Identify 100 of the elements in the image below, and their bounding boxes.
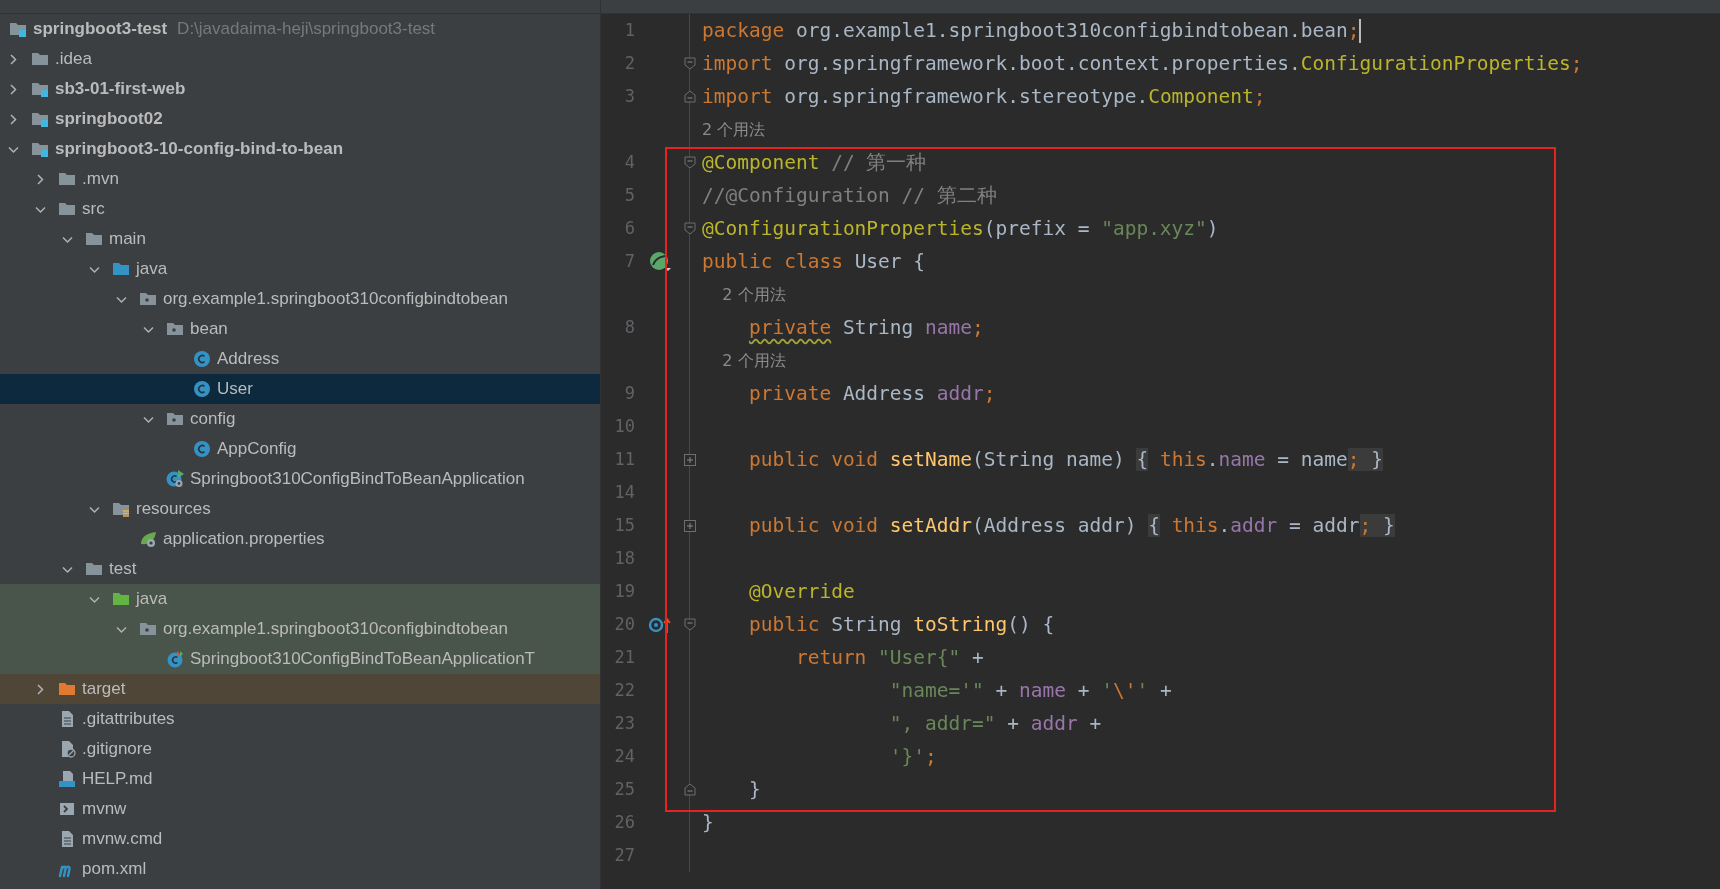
line-number: 2: [624, 51, 635, 75]
chevron-right-icon[interactable]: [34, 172, 47, 186]
line-number: 27: [614, 843, 635, 867]
code-line: public String toString() {: [747, 611, 1055, 638]
code-line: private String name;: [747, 314, 984, 341]
usage-hint[interactable]: 2 个用法: [702, 282, 786, 307]
tree-item[interactable]: springboot02: [0, 104, 600, 134]
package-icon: [166, 410, 184, 428]
line-number: 6: [624, 216, 635, 240]
tree-item[interactable]: bean: [0, 314, 600, 344]
tree-item[interactable]: springboot3-test D:\javadaima-heji\springboot3-test: [0, 14, 600, 44]
package-icon: [166, 320, 184, 338]
tree-item[interactable]: HELP.md: [0, 764, 600, 794]
tree-item[interactable]: org.example1.springboot310configbindtobean: [0, 284, 600, 314]
tree-item[interactable]: .mvn: [0, 164, 600, 194]
code-line: }: [702, 809, 714, 836]
tree-item[interactable]: resources: [0, 494, 600, 524]
class-icon: [193, 440, 211, 458]
expand-icon[interactable]: [684, 453, 696, 466]
folder-icon: [112, 260, 130, 278]
expand-icon[interactable]: [684, 519, 696, 532]
chevron-right-icon[interactable]: [7, 82, 20, 96]
line-number: 4: [624, 150, 635, 174]
fold-icon[interactable]: [684, 783, 696, 796]
tree-item[interactable]: test: [0, 554, 600, 584]
project-path: D:\javadaima-heji\springboot3-test: [177, 18, 436, 41]
code-line: public class User {: [702, 248, 926, 275]
tree-item[interactable]: sb3-01-first-web: [0, 74, 600, 104]
tree-item[interactable]: pom.xml: [0, 854, 600, 884]
line-number: 22: [614, 678, 635, 702]
module-folder-icon: [31, 80, 49, 98]
override-icon[interactable]: [648, 615, 672, 634]
line-number: 9: [624, 381, 635, 405]
package-icon: [139, 290, 157, 308]
test-class-icon: [166, 650, 184, 668]
code-line: "name='" + name + '\'' +: [888, 677, 1172, 704]
chevron-right-icon[interactable]: [7, 52, 20, 66]
tree-item[interactable]: .idea: [0, 44, 600, 74]
package-icon: [139, 620, 157, 638]
line-number: 23: [614, 711, 635, 735]
tree-item[interactable]: mvnw: [0, 794, 600, 824]
tree-item[interactable]: config: [0, 404, 600, 434]
tree-item[interactable]: org.example1.springboot310configbindtobean: [0, 614, 600, 644]
code-line: @Override: [747, 578, 855, 605]
line-number: 15: [614, 513, 635, 537]
tree-item[interactable]: Address: [0, 344, 600, 374]
tree-item[interactable]: main: [0, 224, 600, 254]
chevron-right-icon[interactable]: [7, 112, 20, 126]
fold-icon[interactable]: [684, 156, 696, 169]
code-line: '}';: [888, 743, 937, 770]
fold-icon[interactable]: [684, 57, 696, 70]
spring-class-icon: [166, 470, 184, 488]
chevron-right-icon[interactable]: [34, 682, 47, 696]
fold-icon[interactable]: [684, 222, 696, 235]
line-number: 26: [614, 810, 635, 834]
code-line: package org.example1.springboot310configbindtobean.bean;: [702, 17, 1360, 44]
terminal-icon: [58, 800, 76, 818]
folder-icon: [85, 230, 103, 248]
line-number: 24: [614, 744, 635, 768]
tree-item[interactable]: mvnw.cmd: [0, 824, 600, 854]
line-number: 3: [624, 84, 635, 108]
usage-hint[interactable]: 2 个用法: [702, 348, 786, 373]
tree-item[interactable]: target: [0, 674, 600, 704]
code-line: import org.springframework.boot.context.properties.ConfigurationProperties;: [702, 50, 1583, 77]
code-line: import org.springframework.stereotype.Component;: [702, 83, 1266, 110]
tree-item[interactable]: java: [0, 584, 600, 614]
tree-item[interactable]: .gitattributes: [0, 704, 600, 734]
usage-hint[interactable]: 2 个用法: [702, 117, 766, 142]
tree-item[interactable]: application.properties: [0, 524, 600, 554]
line-number: 10: [614, 414, 635, 438]
tree-item[interactable]: src: [0, 194, 600, 224]
fold-icon[interactable]: [684, 618, 696, 631]
tree-item[interactable]: AppConfig: [0, 434, 600, 464]
code-line: private Address addr;: [747, 380, 996, 407]
class-icon: [193, 380, 211, 398]
tree-item[interactable]: java: [0, 254, 600, 284]
line-number: 7: [624, 249, 635, 273]
code-line: ", addr=" + addr +: [888, 710, 1102, 737]
code-line: return "User{" +: [794, 644, 984, 671]
spring-bean-icon[interactable]: [649, 250, 671, 273]
module-folder-icon: [9, 20, 27, 38]
spring-leaf-icon: [139, 530, 157, 548]
line-number: 18: [614, 546, 635, 570]
tree-item[interactable]: .gitignore: [0, 734, 600, 764]
folder-icon: [85, 560, 103, 578]
folder-icon: [31, 50, 49, 68]
code-line: }: [747, 776, 761, 803]
code-line: @ConfigurationProperties(prefix = "app.xyz"): [702, 215, 1219, 242]
folder-icon: [58, 680, 76, 698]
tree-item[interactable]: User: [0, 374, 600, 404]
tree-item[interactable]: springboot3-10-config-bind-to-bean: [0, 134, 600, 164]
fold-icon[interactable]: [684, 90, 696, 103]
code-line: //@Configuration // 第二种: [702, 182, 997, 209]
code-line: @Component // 第一种: [702, 149, 927, 176]
folder-icon: [58, 170, 76, 188]
tree-item[interactable]: Springboot310ConfigBindToBeanApplication: [0, 464, 600, 494]
tree-item[interactable]: Springboot310ConfigBindToBeanApplicationT: [0, 644, 600, 674]
line-number: 20: [614, 612, 635, 636]
code-line: public void setAddr(Address addr) { this.addr = addr; }: [747, 512, 1395, 539]
line-number: 8: [624, 315, 635, 339]
